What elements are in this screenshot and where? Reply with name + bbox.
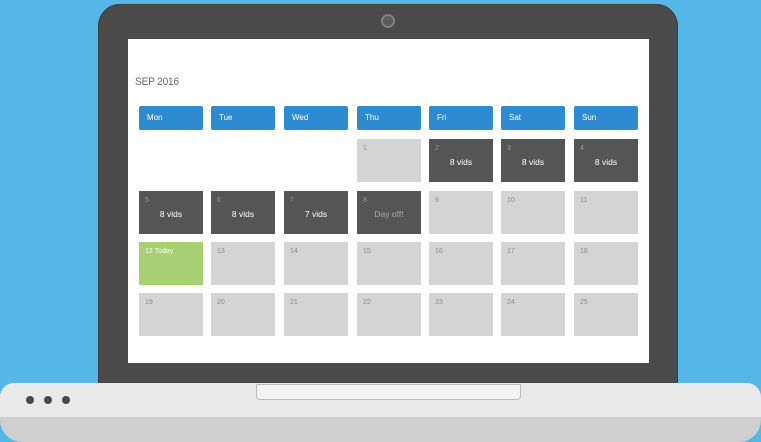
day-number: 7: [290, 197, 294, 204]
calendar-day[interactable]: 4 8 vids: [574, 139, 638, 182]
calendar-day[interactable]: 20: [211, 293, 275, 336]
indicator-dot: [26, 396, 34, 404]
day-number: 17: [507, 248, 515, 255]
calendar-day[interactable]: 15: [357, 242, 421, 285]
day-header-mon: Mon: [139, 106, 203, 130]
day-number: 9: [435, 197, 439, 204]
webcam-icon: [381, 14, 395, 28]
day-number: 8: [363, 197, 367, 204]
calendar-day[interactable]: 18: [574, 242, 638, 285]
day-number: 12 Today: [145, 248, 174, 255]
day-number: 21: [290, 299, 298, 306]
day-number: 24: [507, 299, 515, 306]
trackpad-slot: [256, 384, 521, 400]
day-number: 23: [435, 299, 443, 306]
video-count-label: 8 vids: [159, 209, 183, 219]
calendar-day[interactable]: 22: [357, 293, 421, 336]
day-number: 25: [580, 299, 588, 306]
calendar-day[interactable]: 7 7 vids: [284, 191, 348, 234]
video-count-label: 8 vids: [594, 157, 618, 167]
day-off-label: Day off!: [374, 209, 404, 219]
day-number: 3: [507, 145, 511, 152]
calendar-day[interactable]: 1: [357, 139, 421, 182]
indicator-dot: [62, 396, 70, 404]
calendar-day[interactable]: 25: [574, 293, 638, 336]
calendar-day[interactable]: 21: [284, 293, 348, 336]
day-number: 16: [435, 248, 443, 255]
indicator-dot: [44, 396, 52, 404]
calendar-day[interactable]: 10: [501, 191, 565, 234]
calendar-day[interactable]: 3 8 vids: [501, 139, 565, 182]
video-count-label: 7 vids: [304, 209, 328, 219]
calendar-day[interactable]: 2 8 vids: [429, 139, 493, 182]
day-number: 11: [580, 197, 588, 204]
calendar-day-today[interactable]: 12 Today: [139, 242, 203, 285]
calendar-day[interactable]: 9: [429, 191, 493, 234]
day-number: 5: [145, 197, 149, 204]
month-title: SEP 2016: [135, 76, 179, 88]
day-header-tue: Tue: [211, 106, 275, 130]
day-header-wed: Wed: [284, 106, 348, 130]
day-number: 1: [363, 145, 367, 152]
day-number: 14: [290, 248, 298, 255]
calendar-day[interactable]: 8 Day off!: [357, 191, 421, 234]
day-number: 22: [363, 299, 371, 306]
day-number: 13: [217, 248, 225, 255]
video-count-label: 8 vids: [231, 209, 255, 219]
calendar-day[interactable]: 19: [139, 293, 203, 336]
day-number: 18: [580, 248, 588, 255]
day-number: 4: [580, 145, 584, 152]
calendar-screen: SEP 2016 Mon Tue Wed Thu Fri Sat Sun 128 vids 3…: [128, 39, 649, 363]
day-number: 15: [363, 248, 371, 255]
calendar-day[interactable]: 6 8 vids: [211, 191, 275, 234]
calendar-day[interactable]: 16: [429, 242, 493, 285]
video-count-label: 8 vids: [449, 157, 473, 167]
day-number: 10: [507, 197, 515, 204]
video-count-label: 8 vids: [521, 157, 545, 167]
calendar-day[interactable]: 5 8 vids: [139, 191, 203, 234]
laptop-base-edge: [0, 417, 761, 442]
calendar-day[interactable]: 23: [429, 293, 493, 336]
calendar-day[interactable]: 24: [501, 293, 565, 336]
day-header-fri: Fri: [429, 106, 493, 130]
day-number: 2: [435, 145, 439, 152]
day-number: 19: [145, 299, 153, 306]
illustration-stage: SEP 2016 Mon Tue Wed Thu Fri Sat Sun 128 vids 3…: [0, 0, 761, 442]
day-header-thu: Thu: [357, 106, 421, 130]
day-number: 6: [217, 197, 221, 204]
calendar-day[interactable]: 11: [574, 191, 638, 234]
day-number: 20: [217, 299, 225, 306]
calendar-day[interactable]: 17: [501, 242, 565, 285]
calendar-day[interactable]: 14: [284, 242, 348, 285]
day-header-sun: Sun: [574, 106, 638, 130]
calendar-day[interactable]: 13: [211, 242, 275, 285]
day-header-sat: Sat: [501, 106, 565, 130]
